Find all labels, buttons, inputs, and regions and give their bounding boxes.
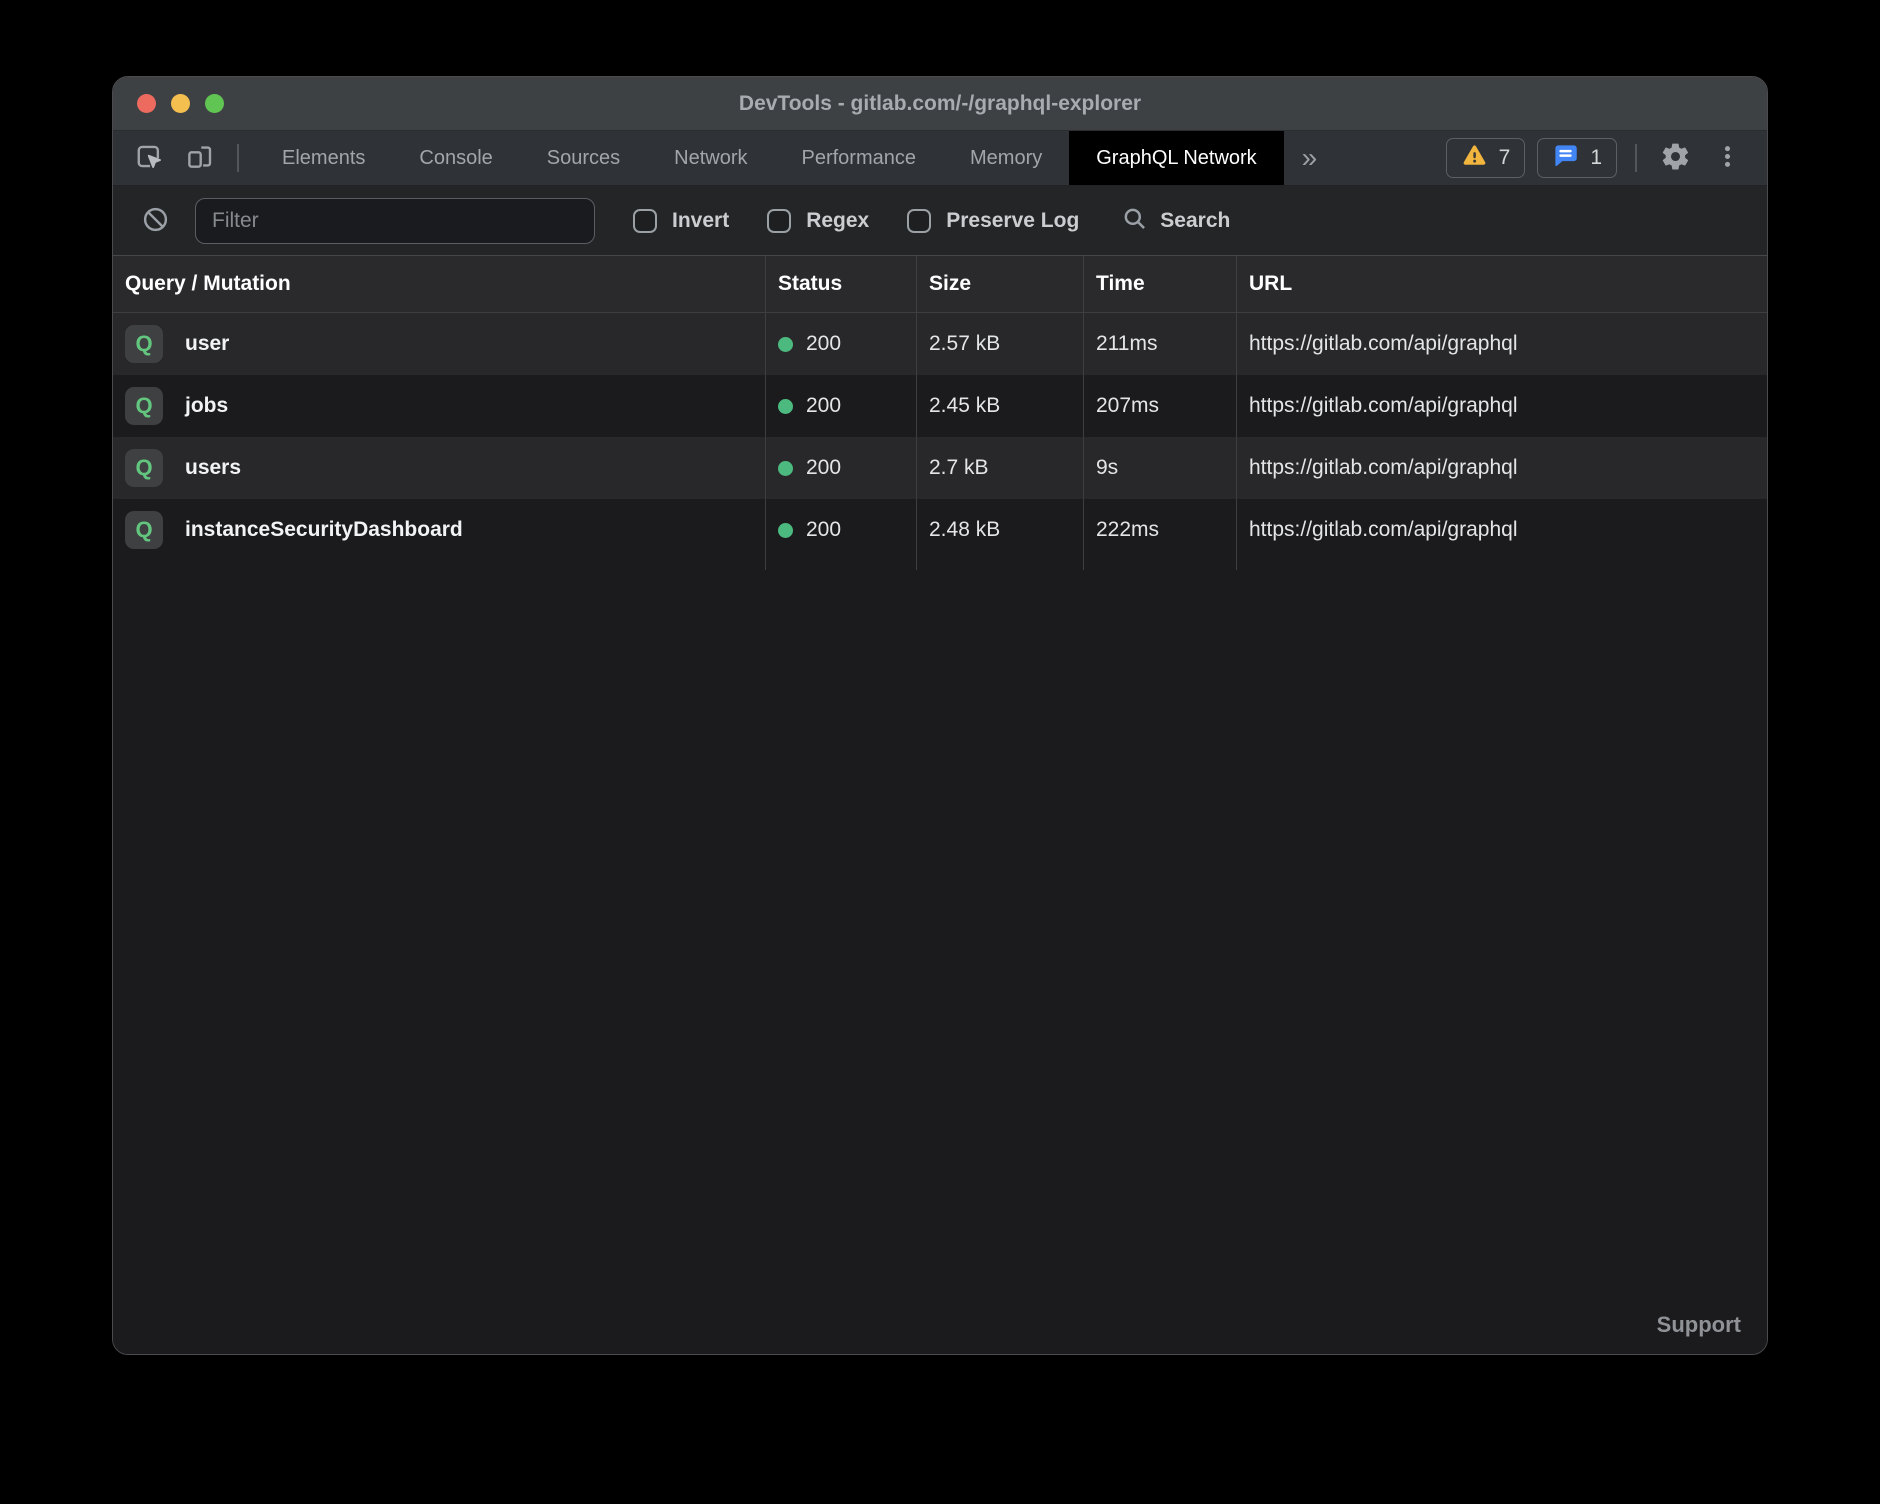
tab-console[interactable]: Console — [392, 131, 519, 185]
url-cell: https://gitlab.com/api/graphql — [1236, 499, 1767, 561]
regex-filter-toggle[interactable]: Regex — [767, 209, 869, 233]
query-name-cell: Quser — [113, 313, 765, 375]
more-options-button[interactable] — [1707, 138, 1747, 178]
status-ok-dot — [778, 337, 793, 352]
status-ok-dot — [778, 523, 793, 538]
query-type-badge: Q — [125, 325, 163, 363]
invert-filter-toggle[interactable]: Invert — [633, 209, 729, 233]
tab-graphql-network[interactable]: GraphQL Network — [1069, 131, 1283, 185]
query-type-badge: Q — [125, 387, 163, 425]
query-name-cell: QinstanceSecurityDashboard — [113, 499, 765, 561]
filter-toolbar: Invert Regex Preserve Log Search — [113, 186, 1767, 255]
preserve-log-label: Preserve Log — [946, 209, 1079, 233]
request-row-users[interactable]: Qusers 200 2.7 kB9shttps://gitlab.com/api/… — [113, 437, 1767, 499]
window-title: DevTools - gitlab.com/-/graphql-explorer — [113, 92, 1767, 116]
url-cell: https://gitlab.com/api/graphql — [1236, 313, 1767, 375]
column-header-status[interactable]: Status — [765, 256, 916, 312]
size-cell: 2.45 kB — [916, 375, 1083, 437]
request-row-jobs[interactable]: Qjobs 200 2.45 kB207mshttps://gitlab.com/a… — [113, 375, 1767, 437]
query-name: instanceSecurityDashboard — [185, 518, 463, 542]
kebab-menu-icon — [1713, 142, 1742, 174]
device-toolbar-icon — [184, 141, 215, 175]
invert-label: Invert — [672, 209, 729, 233]
status-ok-dot — [778, 461, 793, 476]
preserve-log-checkbox[interactable] — [907, 209, 931, 233]
panel-tabs: ElementsConsoleSourcesNetworkPerformance… — [255, 131, 1284, 185]
invert-checkbox[interactable] — [633, 209, 657, 233]
screen: DevTools - gitlab.com/-/graphql-explorer — [0, 0, 1880, 1504]
tab-network[interactable]: Network — [647, 131, 774, 185]
column-header-url[interactable]: URL — [1236, 256, 1767, 312]
toolbar-left-icons — [113, 131, 245, 185]
empty-area: Support — [113, 570, 1767, 1354]
tab-elements[interactable]: Elements — [255, 131, 392, 185]
regex-checkbox[interactable] — [767, 209, 791, 233]
search-button[interactable]: Search — [1121, 205, 1230, 237]
badge-separator — [1635, 144, 1637, 172]
preserve-log-toggle[interactable]: Preserve Log — [907, 209, 1079, 233]
clear-requests-button[interactable] — [135, 201, 175, 241]
status-code: 200 — [806, 456, 841, 480]
status-ok-dot — [778, 399, 793, 414]
support-link[interactable]: Support — [1657, 1312, 1741, 1338]
query-name: jobs — [185, 394, 228, 418]
warning-count: 7 — [1499, 146, 1511, 170]
message-bubble-icon — [1552, 142, 1579, 175]
table-divider-stub — [113, 561, 1767, 570]
table-header: Query / MutationStatusSizeTimeURL — [113, 255, 1767, 313]
status-code: 200 — [806, 518, 841, 542]
column-header-size[interactable]: Size — [916, 256, 1083, 312]
message-count: 1 — [1590, 146, 1602, 170]
table-body: Quser2002.57 kB211mshttps://gitlab.com/a… — [113, 313, 1767, 561]
device-toolbar-button[interactable] — [181, 140, 217, 176]
inspect-element-button[interactable] — [131, 140, 167, 176]
request-row-user[interactable]: Quser 200 2.57 kB211mshttps://gitlab.com/a… — [113, 313, 1767, 375]
time-cell: 207ms — [1083, 375, 1236, 437]
size-cell: 2.48 kB — [916, 499, 1083, 561]
block-icon — [141, 205, 170, 237]
size-cell: 2.7 kB — [916, 437, 1083, 499]
tab-memory[interactable]: Memory — [943, 131, 1069, 185]
tab-performance[interactable]: Performance — [775, 131, 944, 185]
request-row-instancesecuritydashboard[interactable]: QinstanceSecurityDashboard 200 2.48 kB222m… — [113, 499, 1767, 561]
messages-badge[interactable]: 1 — [1537, 138, 1617, 178]
status-code: 200 — [806, 394, 841, 418]
search-label: Search — [1160, 209, 1230, 233]
inspect-cursor-icon — [134, 141, 165, 175]
time-cell: 222ms — [1083, 499, 1236, 561]
titlebar: DevTools - gitlab.com/-/graphql-explorer — [113, 77, 1767, 131]
query-name-cell: Qjobs — [113, 375, 765, 437]
devtools-window: DevTools - gitlab.com/-/graphql-explorer — [112, 76, 1768, 1355]
url-cell: https://gitlab.com/api/graphql — [1236, 375, 1767, 437]
regex-label: Regex — [806, 209, 869, 233]
more-tabs-button[interactable]: » — [1284, 131, 1336, 185]
status-code: 200 — [806, 332, 841, 356]
column-header-query-mutation[interactable]: Query / Mutation — [113, 256, 765, 312]
query-type-badge: Q — [125, 511, 163, 549]
devtools-toolbar: ElementsConsoleSourcesNetworkPerformance… — [113, 131, 1767, 186]
status-cell: 200 — [765, 375, 916, 437]
settings-button[interactable] — [1655, 138, 1695, 178]
status-cell: 200 — [765, 499, 916, 561]
search-icon — [1121, 205, 1148, 237]
tab-sources[interactable]: Sources — [520, 131, 647, 185]
query-name: users — [185, 456, 241, 480]
column-header-time[interactable]: Time — [1083, 256, 1236, 312]
size-cell: 2.57 kB — [916, 313, 1083, 375]
query-name: user — [185, 332, 229, 356]
url-cell: https://gitlab.com/api/graphql — [1236, 437, 1767, 499]
toolbar-right-icons: 7 1 — [1446, 131, 1767, 185]
filter-input[interactable] — [195, 198, 595, 244]
status-cell: 200 — [765, 313, 916, 375]
time-cell: 9s — [1083, 437, 1236, 499]
status-cell: 200 — [765, 437, 916, 499]
toolbar-separator — [237, 144, 239, 172]
query-type-badge: Q — [125, 449, 163, 487]
gear-icon — [1660, 141, 1691, 175]
time-cell: 211ms — [1083, 313, 1236, 375]
warning-icon — [1461, 142, 1488, 175]
warnings-badge[interactable]: 7 — [1446, 138, 1526, 178]
query-name-cell: Qusers — [113, 437, 765, 499]
